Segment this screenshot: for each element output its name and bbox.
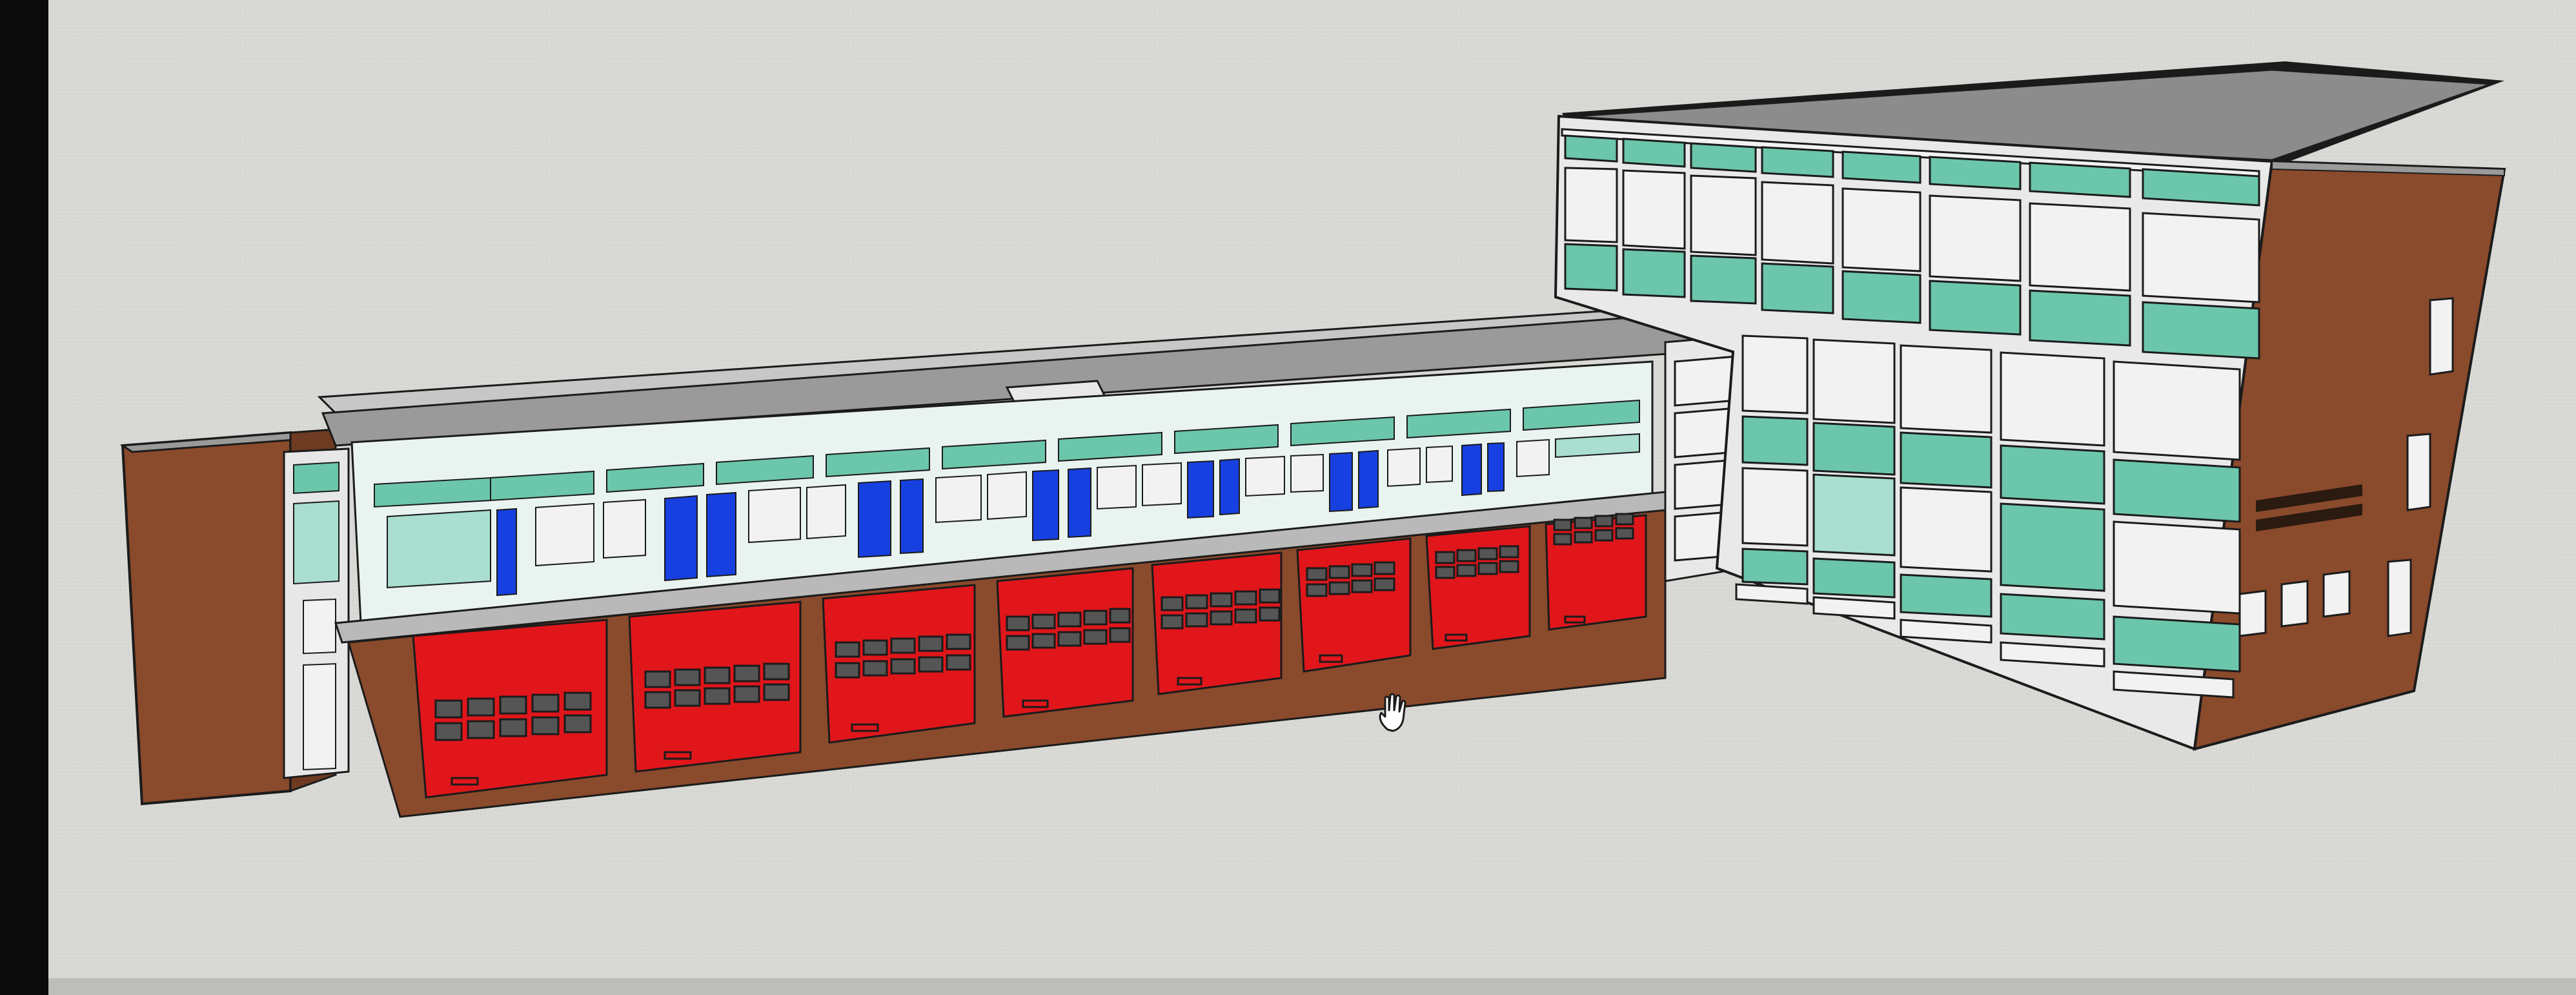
garage-door-5 xyxy=(1151,551,1283,695)
garage-door-3 xyxy=(822,584,976,744)
garage-door-1 xyxy=(412,619,608,799)
garage-door-8 xyxy=(1545,513,1647,631)
garage-door-7 xyxy=(1425,525,1531,650)
left-stair-block xyxy=(119,428,350,806)
bezel-bottom-shadow xyxy=(48,978,2576,995)
garage-door-4 xyxy=(996,567,1134,718)
monitor-photo xyxy=(0,0,2576,995)
garage-door-6 xyxy=(1296,537,1412,673)
hand-pan-icon xyxy=(1375,691,1414,736)
garage-door-2 xyxy=(628,600,802,773)
